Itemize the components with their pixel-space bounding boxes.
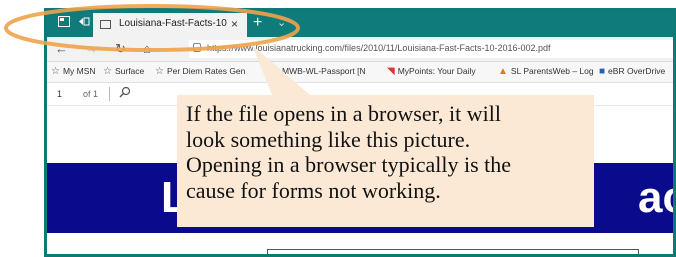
favorite-label: eBR OverDrive [608, 66, 666, 76]
favorite-surface[interactable]: ☆ Surface [103, 66, 144, 77]
callout-line-3: Opening in a browser typically is the [186, 152, 512, 177]
favorite-label: MyPoints: Your Daily [397, 66, 476, 76]
star-icon: ☆ [155, 66, 164, 77]
navigation-bar: ← → ↻ ⌂ https://www.louisianatrucking.co… [47, 37, 673, 62]
tab-actions-icon[interactable] [57, 16, 71, 28]
explanation-callout: If the file opens in a browser, it will … [177, 95, 594, 227]
chevron-down-icon[interactable]: ⌄ [277, 16, 286, 29]
favorites-bar: ☆ My MSN ☆ Surface ☆ Per Diem Rates Gen ▬ MW… [47, 62, 673, 83]
link-icon: ▬ [269, 66, 279, 77]
document-table-box [267, 249, 639, 254]
callout-line-2: look something like this picture. [186, 126, 471, 152]
favorite-parentsweb[interactable]: ▲ SL ParentsWeb – Log [498, 66, 594, 77]
search-icon[interactable] [119, 86, 131, 101]
star-icon: ☆ [103, 66, 112, 77]
lock-icon [193, 43, 201, 52]
star-icon: ☆ [51, 66, 60, 77]
favorite-per-diem[interactable]: ☆ Per Diem Rates Gen [155, 66, 245, 77]
favorite-overdrive[interactable]: ■ eBR OverDrive [599, 66, 665, 77]
refresh-icon[interactable]: ↻ [115, 41, 126, 57]
page-count: of 1 [83, 89, 99, 99]
favorite-label: Surface [114, 66, 145, 76]
callout-line-4: cause for forms not working. [186, 177, 441, 203]
tab-close-button[interactable]: × [231, 17, 238, 31]
favorite-mwb-passport[interactable]: ▬ MWB-WL-Passport [N [269, 66, 366, 77]
favorite-label: SL ParentsWeb – Log [510, 66, 594, 76]
banner-text-right: ac [638, 173, 673, 222]
callout-line-1: If the file opens in a browser, it will [186, 101, 501, 126]
favorite-mypoints[interactable]: ◥ MyPoints: Your Daily [387, 66, 476, 77]
parentsweb-icon: ▲ [498, 66, 508, 77]
page-icon [100, 20, 111, 29]
url-text[interactable]: https://www.louisianatrucking.com/files/… [207, 43, 551, 53]
favorite-label: Per Diem Rates Gen [166, 66, 246, 76]
active-tab[interactable]: Louisiana-Fast-Facts-10 × [93, 13, 247, 37]
favorite-my-msn[interactable]: ☆ My MSN [51, 66, 96, 77]
favorite-label: My MSN [62, 66, 96, 76]
home-icon[interactable]: ⌂ [143, 41, 151, 57]
mypoints-icon: ◥ [387, 66, 395, 77]
set-aside-tabs-icon[interactable] [77, 16, 91, 28]
favorite-label: MWB-WL-Passport [N [282, 66, 366, 76]
overdrive-icon: ■ [599, 66, 606, 77]
tab-title: Louisiana-Fast-Facts-10 [119, 18, 227, 29]
forward-arrow-icon[interactable]: → [85, 41, 98, 57]
page-number-input[interactable]: 1 [57, 89, 62, 99]
toolbar-divider [109, 87, 110, 101]
new-tab-button[interactable]: + [253, 13, 262, 33]
tab-strip: Louisiana-Fast-Facts-10 × + ⌄ [47, 11, 673, 37]
address-bar[interactable]: https://www.louisianatrucking.com/files/… [189, 40, 673, 58]
back-arrow-icon[interactable]: ← [55, 41, 68, 57]
